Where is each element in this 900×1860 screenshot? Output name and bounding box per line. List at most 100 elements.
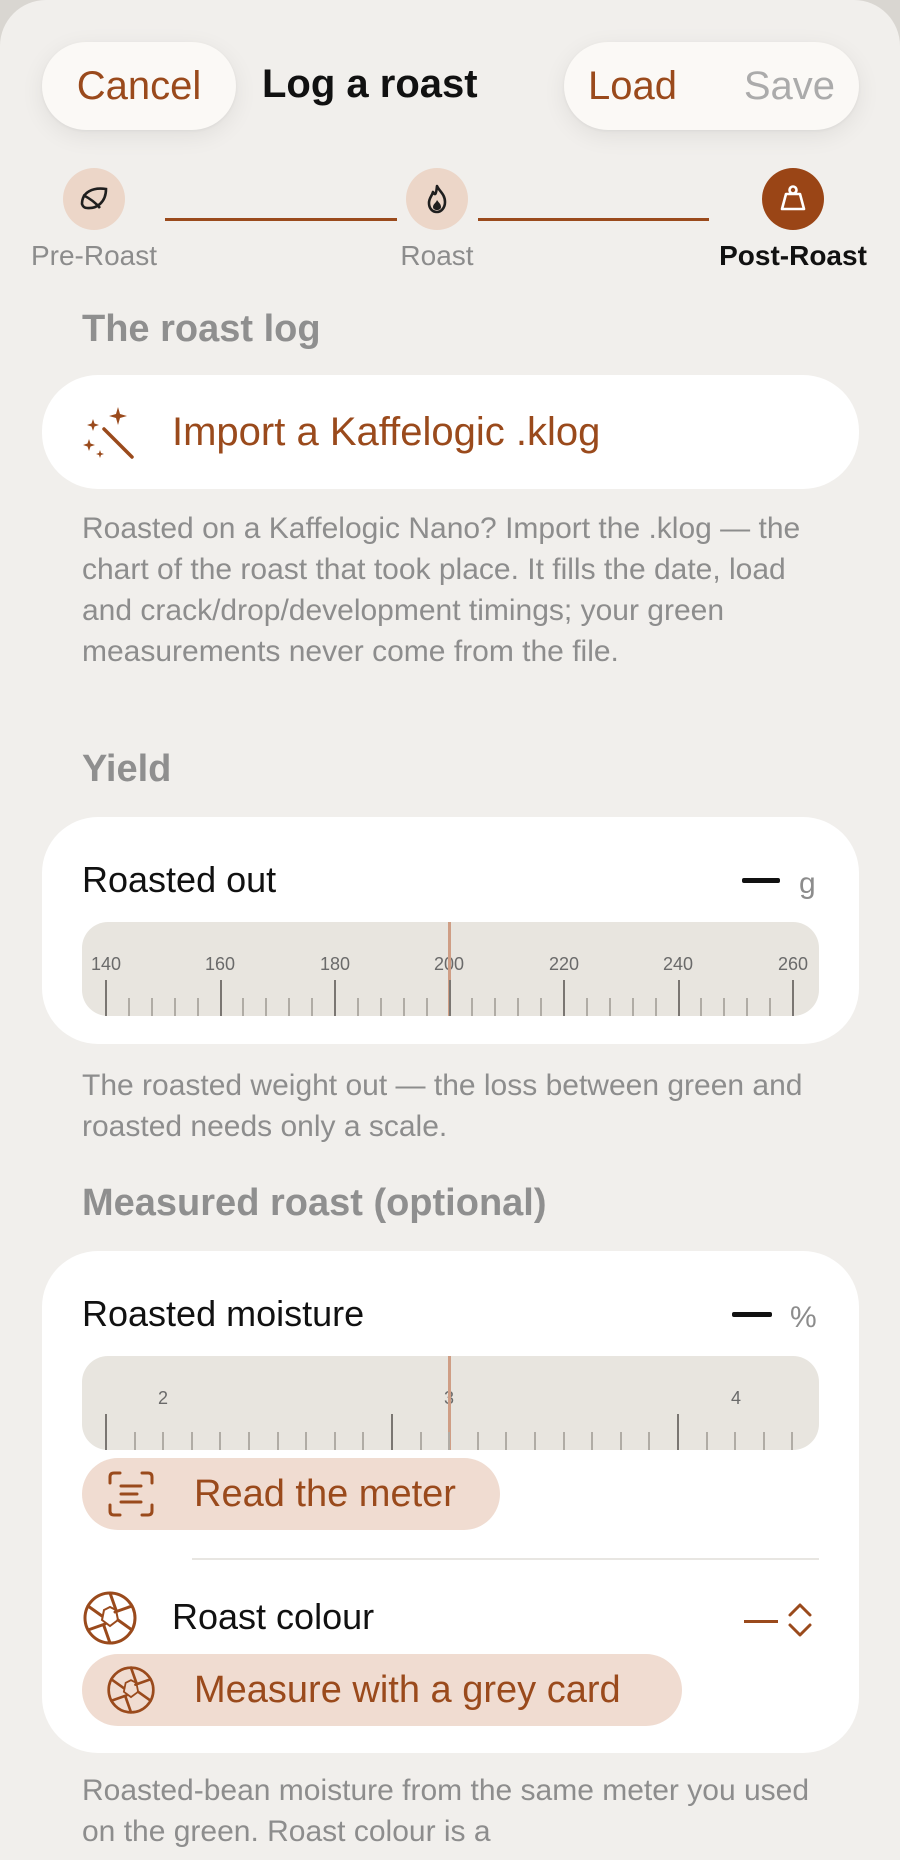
ruler-minor-tick (769, 998, 772, 1016)
step-label-pre-roast: Pre-Roast (30, 240, 158, 271)
ruler-minor-tick (305, 1432, 308, 1450)
ruler-label: 240 (662, 954, 694, 974)
cancel-button[interactable]: Cancel (42, 42, 236, 130)
read-meter-button[interactable]: Read the meter (82, 1458, 500, 1530)
ruler-minor-tick (619, 1432, 622, 1450)
ruler-minor-tick (734, 1432, 737, 1450)
ruler-label: 180 (319, 954, 351, 974)
ruler-minor-tick (791, 1432, 794, 1450)
ruler-minor-tick (534, 1432, 536, 1450)
ruler-minor-tick (265, 998, 268, 1016)
roast-colour-value (744, 1620, 778, 1623)
aperture-icon (107, 1666, 155, 1714)
ruler-minor-tick (196, 998, 199, 1016)
ruler-minor-tick (723, 998, 726, 1016)
ruler-minor-tick (471, 998, 474, 1016)
ruler-label: 2 (157, 1388, 169, 1408)
ruler-minor-tick (700, 998, 703, 1016)
leaf-icon (80, 187, 108, 210)
step-connector-1 (165, 218, 397, 221)
chevron-up-down-icon[interactable] (787, 1601, 813, 1639)
measured-roast-title: Measured roast (optional) (82, 1182, 547, 1224)
measured-roast-help: Roasted-bean moisture from the same mete… (82, 1774, 810, 1848)
ruler-minor-tick (311, 998, 314, 1016)
log-roast-sheet: Cancel Log a roast Load Save Pre-Roast R… (0, 0, 900, 1860)
roasted-moisture-unit: % (790, 1301, 817, 1334)
step-pre-roast[interactable] (63, 168, 125, 230)
ruler-minor-tick (362, 1432, 365, 1450)
ruler-minor-tick (505, 1432, 508, 1450)
roasted-out-label: Roasted out (82, 859, 277, 900)
ruler-minor-tick (746, 998, 749, 1016)
ruler-minor-tick (127, 998, 130, 1016)
ruler-major-tick (677, 1414, 679, 1450)
ruler-minor-tick (356, 998, 359, 1016)
ruler-minor-tick (288, 998, 291, 1016)
step-roast[interactable] (406, 168, 468, 230)
ruler-major-tick (391, 1414, 393, 1450)
ruler-minor-tick (494, 998, 497, 1016)
ruler-major-tick (105, 980, 107, 1016)
ruler-minor-tick (585, 998, 588, 1016)
measured-roast-card: Roasted moisture % 2 3 4 Read the meter … (42, 1251, 859, 1753)
ruler-minor-tick (190, 1432, 193, 1450)
roasted-out-ruler[interactable]: 140 160 180 200 220 240 260 (82, 922, 819, 1016)
ruler-minor-tick (631, 998, 634, 1016)
ruler-minor-tick (517, 998, 520, 1016)
magic-wand-icon (83, 407, 134, 459)
roasted-out-value (742, 878, 780, 883)
ruler-label: 260 (777, 954, 809, 974)
ruler-major-tick (563, 980, 565, 1016)
weight-icon (780, 185, 806, 211)
save-button[interactable]: Save (744, 64, 835, 109)
ruler-minor-tick (705, 1432, 708, 1450)
ruler-minor-tick (133, 1432, 136, 1450)
load-button[interactable]: Load (588, 64, 677, 109)
ruler-minor-tick (219, 1432, 222, 1450)
roasted-out-unit: g (799, 867, 816, 900)
import-klog-button[interactable]: Import a Kaffelogic .klog (42, 375, 859, 489)
grey-card-button[interactable]: Measure with a grey card (82, 1654, 682, 1726)
import-klog-label: Import a Kaffelogic .klog (172, 409, 601, 454)
ruler-minor-tick (150, 998, 153, 1016)
load-save-group: Load Save (564, 42, 859, 130)
step-post-roast[interactable] (762, 168, 824, 230)
ruler-minor-tick (448, 1432, 451, 1450)
read-meter-label: Read the meter (194, 1472, 456, 1515)
ruler-minor-tick (540, 998, 543, 1016)
roast-log-title: The roast log (82, 308, 321, 350)
ruler-label: 220 (548, 954, 580, 974)
ruler-label: 160 (204, 954, 236, 974)
grey-card-label: Measure with a grey card (194, 1668, 621, 1711)
yield-title: Yield (82, 748, 172, 790)
ruler-minor-tick (562, 1432, 565, 1450)
roast-log-help: Roasted on a Kaffelogic Nano? Import the… (82, 512, 801, 668)
ruler-minor-tick (379, 998, 382, 1016)
page-title: Log a roast (262, 62, 478, 106)
ruler-major-tick (105, 1414, 107, 1450)
cancel-label: Cancel (76, 63, 202, 108)
ruler-minor-tick (425, 998, 428, 1016)
yield-card: Roasted out g 140 160 180 200 220 240 26… (42, 817, 859, 1044)
row-divider (192, 1558, 819, 1560)
yield-help: The roasted weight out — the loss betwee… (82, 1069, 803, 1143)
scan-text-icon (108, 1471, 154, 1517)
ruler-minor-tick (654, 998, 657, 1016)
roasted-moisture-label: Roasted moisture (82, 1293, 365, 1334)
ruler-label: 140 (90, 954, 122, 974)
ruler-minor-tick (476, 1432, 479, 1450)
ruler-minor-tick (402, 998, 405, 1016)
ruler-major-tick (448, 980, 451, 1016)
ruler-major-tick (792, 980, 794, 1016)
ruler-minor-tick (648, 1432, 651, 1450)
roasted-moisture-value (732, 1312, 772, 1317)
ruler-minor-tick (762, 1432, 765, 1450)
aperture-icon (83, 1591, 137, 1645)
ruler-minor-tick (162, 1432, 165, 1450)
flame-icon (427, 184, 447, 214)
ruler-minor-tick (248, 1432, 250, 1450)
roasted-moisture-ruler[interactable]: 2 3 4 (82, 1356, 819, 1450)
ruler-major-tick (334, 980, 336, 1016)
ruler-label: 4 (730, 1388, 742, 1408)
step-label-post-roast: Post-Roast (719, 240, 867, 271)
